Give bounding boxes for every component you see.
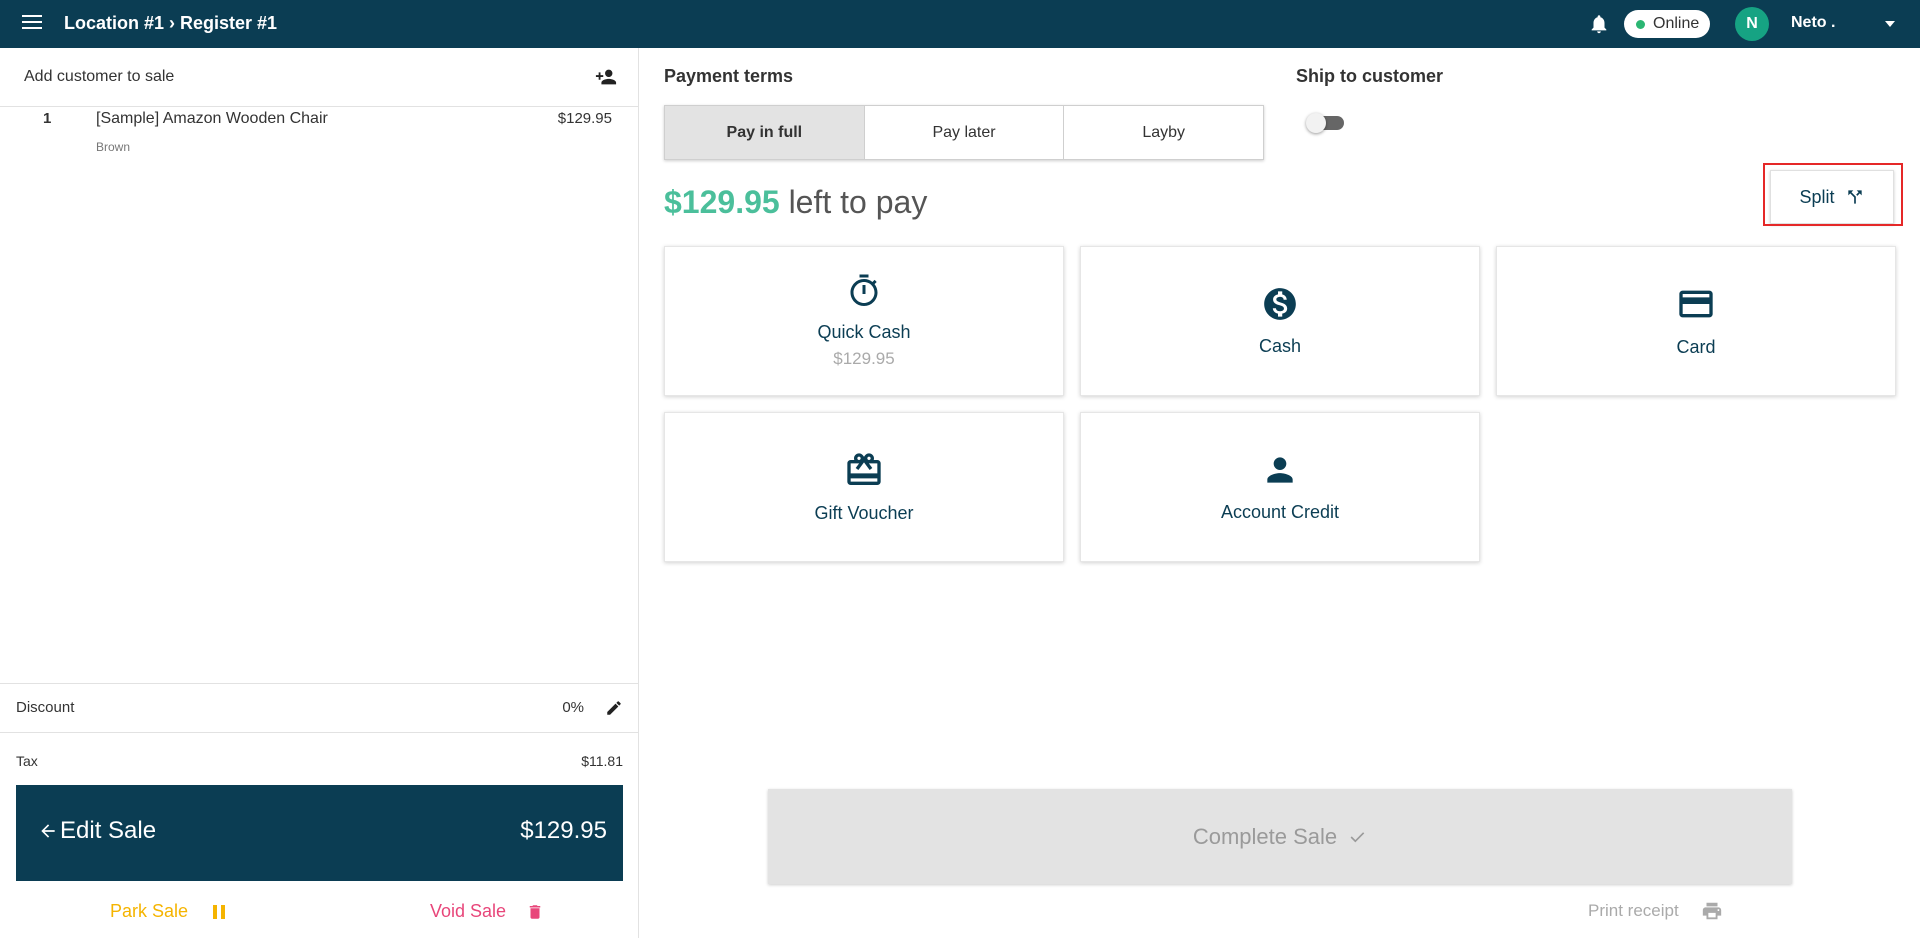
complete-sale-label: Complete Sale bbox=[1192, 823, 1338, 849]
add-customer-button[interactable]: Add customer to sale bbox=[0, 48, 639, 107]
complete-sale-button[interactable]: Complete Sale bbox=[768, 789, 1792, 884]
pause-icon bbox=[213, 904, 226, 919]
payment-method-label: Card bbox=[1676, 337, 1716, 357]
payment-method-label: Quick Cash bbox=[817, 322, 911, 342]
add-customer-label: Add customer to sale bbox=[24, 68, 175, 85]
payment-method-card[interactable]: Card bbox=[1496, 246, 1896, 396]
status-label: Online bbox=[1653, 15, 1700, 32]
payment-method-amount: $129.95 bbox=[833, 349, 895, 368]
payment-method-quick-cash[interactable]: Quick Cash $129.95 bbox=[664, 246, 1064, 396]
cart-panel: Add customer to sale 1 [Sample] Amazon Wo… bbox=[0, 48, 639, 938]
person-icon bbox=[1261, 451, 1299, 494]
user-name[interactable]: Neto . bbox=[1791, 14, 1835, 32]
credit-card-icon bbox=[1676, 284, 1716, 329]
avatar[interactable]: N bbox=[1735, 7, 1769, 41]
item-name: [Sample] Amazon Wooden Chair bbox=[96, 110, 328, 127]
payment-method-label: Account Credit bbox=[1220, 502, 1340, 522]
park-sale-button[interactable]: Park Sale bbox=[110, 901, 226, 922]
payment-term-layby[interactable]: Layby bbox=[1064, 106, 1264, 159]
payment-panel: Payment terms Pay in full Pay later Layby … bbox=[640, 48, 1920, 938]
tax-label: Tax bbox=[16, 753, 38, 769]
payment-method-account-credit[interactable]: Account Credit bbox=[1080, 412, 1480, 562]
ship-to-customer-toggle[interactable] bbox=[1306, 111, 1346, 133]
print-receipt-button[interactable]: Print receipt bbox=[1588, 900, 1723, 922]
split-icon bbox=[1847, 190, 1862, 204]
add-person-icon[interactable] bbox=[594, 66, 618, 88]
discount-label: Discount bbox=[16, 699, 75, 716]
edit-sale-label: Edit Sale bbox=[60, 817, 157, 844]
top-bar: Location #1 › Register #1 Online N Neto … bbox=[0, 0, 1920, 48]
breadcrumb[interactable]: Location #1 › Register #1 bbox=[64, 13, 277, 34]
void-sale-button[interactable]: Void Sale bbox=[430, 901, 544, 922]
payment-method-label: Gift Voucher bbox=[814, 503, 914, 523]
status-dot bbox=[1636, 19, 1645, 29]
payment-method-gift-voucher[interactable]: Gift Voucher bbox=[664, 412, 1064, 562]
item-price: $129.95 bbox=[557, 110, 612, 127]
bell-icon[interactable] bbox=[1588, 12, 1610, 36]
gift-card-icon bbox=[844, 450, 884, 495]
payment-term-pay-in-full[interactable]: Pay in full bbox=[665, 106, 865, 159]
arrow-left-icon bbox=[41, 824, 55, 838]
payment-terms-title: Payment terms bbox=[664, 66, 794, 86]
ship-to-customer-title: Ship to customer bbox=[1296, 66, 1444, 86]
left-to-pay-amount: $129.95 bbox=[664, 184, 780, 220]
item-variant: Brown bbox=[96, 140, 131, 154]
payment-method-label: Cash bbox=[1258, 336, 1302, 356]
trash-icon bbox=[529, 904, 541, 919]
online-status-badge: Online bbox=[1624, 10, 1710, 38]
pencil-icon[interactable] bbox=[605, 699, 623, 717]
chevron-down-icon[interactable] bbox=[1885, 21, 1895, 27]
discount-row[interactable]: Discount 0% bbox=[0, 683, 639, 733]
edit-sale-button[interactable]: Edit Sale $129.95 bbox=[16, 785, 623, 881]
item-qty: 1 bbox=[43, 110, 52, 127]
void-sale-label: Void Sale bbox=[430, 901, 507, 921]
tax-value: $11.81 bbox=[581, 753, 623, 769]
split-button[interactable]: Split bbox=[1770, 170, 1894, 224]
print-receipt-label: Print receipt bbox=[1588, 901, 1679, 920]
check-icon bbox=[1350, 831, 1365, 842]
sale-total: $129.95 bbox=[520, 817, 607, 844]
dollar-circle-icon bbox=[1261, 285, 1299, 328]
payment-term-pay-later[interactable]: Pay later bbox=[864, 106, 1065, 159]
cart-line-item[interactable]: 1 [Sample] Amazon Wooden Chair Brown $129.9… bbox=[0, 107, 639, 177]
split-label: Split bbox=[1799, 186, 1835, 207]
discount-value: 0% bbox=[562, 699, 584, 716]
printer-icon bbox=[1702, 902, 1721, 920]
payment-method-cash[interactable]: Cash bbox=[1080, 246, 1480, 396]
left-to-pay: $129.95 left to pay bbox=[664, 184, 927, 221]
left-to-pay-suffix: left to pay bbox=[788, 184, 928, 220]
timer-icon bbox=[846, 273, 882, 314]
payment-terms-group: Pay in full Pay later Layby bbox=[664, 105, 1264, 160]
menu-icon[interactable] bbox=[22, 15, 42, 33]
park-sale-label: Park Sale bbox=[110, 901, 189, 921]
toggle-knob bbox=[1306, 113, 1326, 133]
